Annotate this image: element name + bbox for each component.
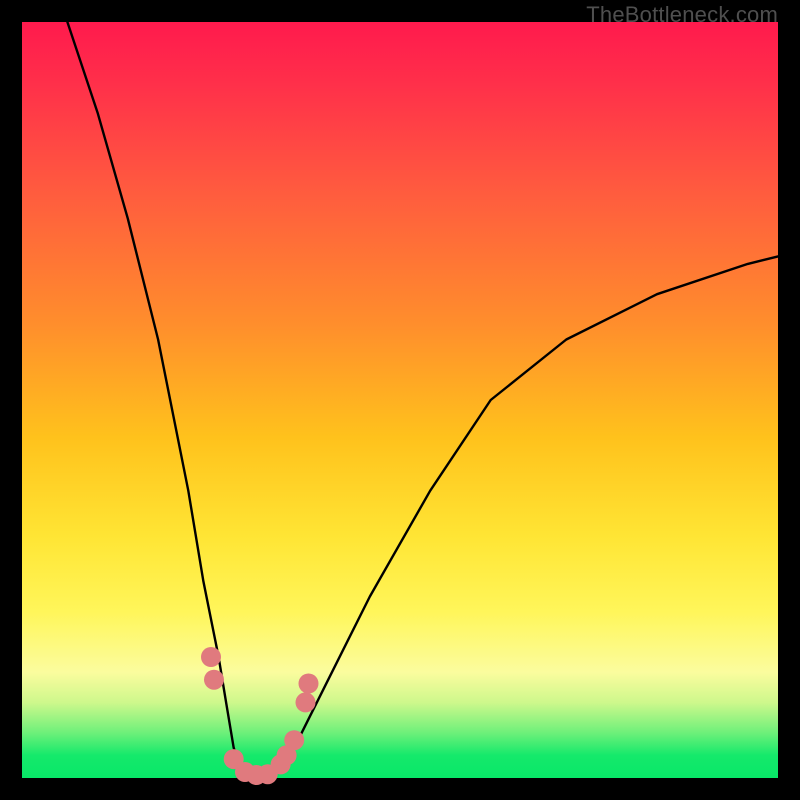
highlight-dot bbox=[204, 670, 224, 690]
highlight-dot bbox=[284, 730, 304, 750]
highlight-dot bbox=[299, 674, 319, 694]
highlight-dots-group bbox=[201, 647, 319, 785]
bottleneck-curve bbox=[67, 22, 778, 778]
attribution-text: TheBottleneck.com bbox=[586, 2, 778, 28]
highlight-dot bbox=[296, 692, 316, 712]
plot-svg bbox=[22, 22, 778, 778]
highlight-dot bbox=[201, 647, 221, 667]
plot-frame bbox=[22, 22, 778, 778]
